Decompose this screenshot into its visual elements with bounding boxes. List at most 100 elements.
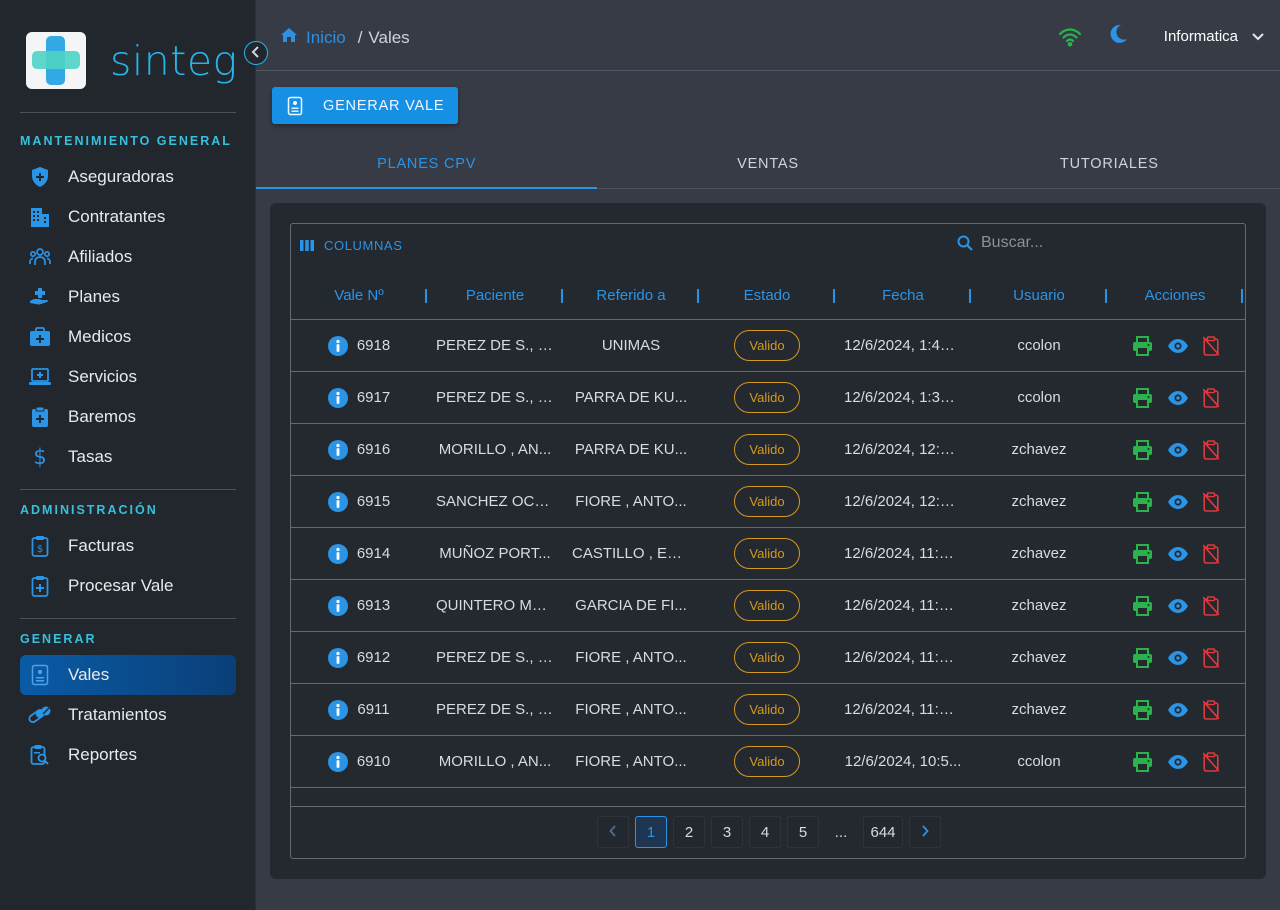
- cell-estado: Valido: [699, 632, 835, 683]
- cancel-voucher-icon[interactable]: [1202, 647, 1219, 668]
- sidebar-item-reportes[interactable]: Reportes: [20, 735, 236, 775]
- print-icon[interactable]: [1132, 387, 1153, 408]
- sidebar-item-baremos[interactable]: Baremos: [20, 397, 236, 437]
- status-badge: Valido: [734, 434, 800, 465]
- table-row[interactable]: 6911 PEREZ DE S., E... FIORE , ANTO... Vali…: [291, 684, 1245, 736]
- search-box: [957, 234, 1237, 252]
- column-header-fecha[interactable]: Fecha: [835, 272, 971, 319]
- info-icon[interactable]: [327, 647, 348, 668]
- tab-ventas[interactable]: VENTAS: [597, 140, 938, 188]
- user-menu-name[interactable]: Informatica: [1164, 28, 1238, 45]
- sidebar-item-procesar-vale[interactable]: Procesar Vale: [20, 566, 236, 606]
- table-row[interactable]: 6918 PEREZ DE S., E... UNIMAS Valido 12/6/20…: [291, 320, 1245, 372]
- sidebar-item-vales[interactable]: Vales: [20, 655, 236, 695]
- sidebar-item-contratantes[interactable]: Contratantes: [20, 197, 236, 237]
- page-button[interactable]: 2: [673, 816, 705, 848]
- table-row[interactable]: 6910 MORILLO , AN... FIORE , ANTO... Valido…: [291, 736, 1245, 788]
- dark-mode-toggle[interactable]: [1110, 24, 1128, 49]
- page-button[interactable]: 4: [749, 816, 781, 848]
- cancel-voucher-icon[interactable]: [1202, 751, 1219, 772]
- cell-referido: PARRA DE KU...: [563, 424, 699, 475]
- eye-icon[interactable]: [1167, 338, 1189, 354]
- page-button[interactable]: 644: [863, 816, 903, 848]
- sidebar-item-tasas[interactable]: $ Tasas: [20, 437, 236, 477]
- print-icon[interactable]: [1132, 595, 1153, 616]
- cancel-voucher-icon[interactable]: [1202, 699, 1219, 720]
- chevron-left-icon: [251, 45, 261, 61]
- eye-icon[interactable]: [1167, 390, 1189, 406]
- table-row[interactable]: 6912 PEREZ DE S., E... FIORE , ANTO... Vali…: [291, 632, 1245, 684]
- page-button[interactable]: 3: [711, 816, 743, 848]
- info-icon[interactable]: [327, 439, 348, 460]
- table-row[interactable]: 6915 SANCHEZ OCA... FIORE , ANTO... Valido 1…: [291, 476, 1245, 528]
- sidebar-item-aseguradoras[interactable]: Aseguradoras: [20, 157, 236, 197]
- print-icon[interactable]: [1132, 647, 1153, 668]
- cancel-voucher-icon[interactable]: [1202, 491, 1219, 512]
- info-icon[interactable]: [327, 595, 348, 616]
- column-header-referido[interactable]: Referido a: [563, 272, 699, 319]
- cell-acciones: [1107, 424, 1243, 475]
- info-icon[interactable]: [328, 699, 349, 720]
- info-icon[interactable]: [327, 491, 348, 512]
- tab-bar: PLANES CPV VENTAS TUTORIALES: [256, 140, 1280, 189]
- eye-icon[interactable]: [1167, 598, 1189, 614]
- column-header-estado[interactable]: Estado: [699, 272, 835, 319]
- info-icon[interactable]: [327, 335, 348, 356]
- breadcrumb: Inicio / Vales: [280, 27, 410, 48]
- cell-fecha: 12/6/2024, 11:37 ...: [835, 684, 971, 735]
- columns-button[interactable]: COLUMNAS: [300, 238, 402, 253]
- sidebar-item-facturas[interactable]: $ Facturas: [20, 526, 236, 566]
- tab-planes-cpv[interactable]: PLANES CPV: [256, 140, 598, 189]
- sidebar-item-afiliados[interactable]: Afiliados: [20, 237, 236, 277]
- chevron-down-icon[interactable]: [1252, 32, 1264, 41]
- generar-vale-button[interactable]: GENERAR VALE: [272, 87, 458, 124]
- cancel-voucher-icon[interactable]: [1202, 595, 1219, 616]
- eye-icon[interactable]: [1167, 546, 1189, 562]
- info-icon[interactable]: [327, 751, 348, 772]
- print-icon[interactable]: [1132, 439, 1153, 460]
- print-icon[interactable]: [1132, 491, 1153, 512]
- search-input[interactable]: [981, 234, 1201, 252]
- print-icon[interactable]: [1132, 751, 1153, 772]
- prev-page-button[interactable]: [597, 816, 629, 848]
- header-tools: Informatica: [1058, 24, 1264, 49]
- print-icon[interactable]: [1132, 335, 1153, 356]
- cancel-voucher-icon[interactable]: [1202, 335, 1219, 356]
- sidebar-item-servicios[interactable]: Servicios: [20, 357, 236, 397]
- eye-icon[interactable]: [1167, 650, 1189, 666]
- cell-estado: Valido: [699, 580, 835, 631]
- info-icon[interactable]: [327, 543, 348, 564]
- eye-icon[interactable]: [1167, 494, 1189, 510]
- wifi-icon[interactable]: [1058, 27, 1082, 47]
- fecha-value: 12/6/2024, 12:59...: [844, 441, 962, 458]
- sidebar-item-tratamientos[interactable]: Tratamientos: [20, 695, 236, 735]
- cancel-voucher-icon[interactable]: [1202, 387, 1219, 408]
- print-icon[interactable]: [1132, 699, 1153, 720]
- table-row[interactable]: 6914 MUÑOZ PORT... CASTILLO , EG... Valido 1…: [291, 528, 1245, 580]
- app-logo[interactable]: sinteg: [26, 32, 238, 89]
- sidebar-item-label: Baremos: [68, 407, 137, 426]
- next-page-button[interactable]: [909, 816, 941, 848]
- page-button[interactable]: 5: [787, 816, 819, 848]
- table-row[interactable]: 6916 MORILLO , AN... PARRA DE KU... Valido 1…: [291, 424, 1245, 476]
- sidebar-item-planes[interactable]: Planes: [20, 277, 236, 317]
- cancel-voucher-icon[interactable]: [1202, 543, 1219, 564]
- cancel-voucher-icon[interactable]: [1202, 439, 1219, 460]
- eye-icon[interactable]: [1167, 754, 1189, 770]
- eye-icon[interactable]: [1167, 702, 1189, 718]
- sidebar-item-medicos[interactable]: Medicos: [20, 317, 236, 357]
- info-icon[interactable]: [327, 387, 348, 408]
- column-header-vale[interactable]: Vale Nº: [291, 272, 427, 319]
- breadcrumb-home-link[interactable]: Inicio: [280, 27, 346, 48]
- sidebar-collapse-button[interactable]: [244, 41, 268, 65]
- eye-icon[interactable]: [1167, 442, 1189, 458]
- usuario-value: ccolon: [1017, 337, 1061, 354]
- tab-tutoriales[interactable]: TUTORIALES: [939, 140, 1280, 188]
- column-header-usuario[interactable]: Usuario: [971, 272, 1107, 319]
- print-icon[interactable]: [1132, 543, 1153, 564]
- column-header-acciones[interactable]: Acciones: [1107, 272, 1243, 319]
- page-button[interactable]: 1: [635, 816, 667, 848]
- column-header-paciente[interactable]: Paciente: [427, 272, 563, 319]
- table-row[interactable]: 6917 PEREZ DE S., E... PARRA DE KU... Valid…: [291, 372, 1245, 424]
- table-row[interactable]: 6913 QUINTERO ME... GARCIA DE FI... Valido 1…: [291, 580, 1245, 632]
